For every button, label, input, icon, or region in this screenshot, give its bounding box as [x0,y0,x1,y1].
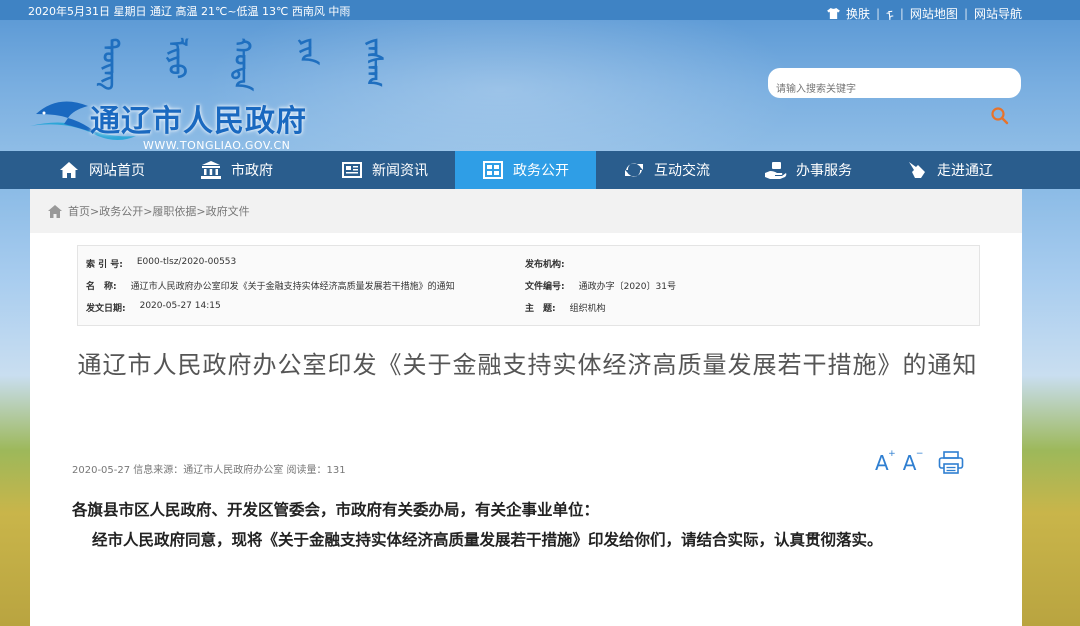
nav-item-interaction[interactable]: 互动交流 [623,151,710,189]
newspaper-icon [341,160,363,180]
nav-label: 办事服务 [796,163,852,179]
mongol-word: ᠶᠢᠨ [295,38,320,65]
meta-docno: 文件编号: 通政办字〔2020〕31号 [525,279,676,292]
meta-index: 索 引 号: E000-tlsz/2020-00553 [86,257,236,270]
nav-item-news[interactable]: 新闻资讯 [341,151,428,189]
site-header: ᠲᠦᠩ ᠯᠢᠶᠣ ᠬᠣᠲᠠ ᠶᠢᠨ ᠵᠠᠰᠠᠭ 通辽市人民政府 WWW.TONG… [0,20,1080,152]
article-tools: A + A − [875,449,964,475]
font-increase-label: A [875,451,889,475]
article-info: 2020-05-27 信息来源：通辽市人民政府办公室 阅读量：131 [72,465,346,476]
meta-subject: 主 题: 组织机构 [525,301,606,314]
page-title: 通辽市人民政府办公室印发《关于金融支持实体经济高质量发展若干措施》的通知 [77,351,978,379]
shirt-icon[interactable] [827,8,840,19]
home-icon [48,204,62,218]
salutation: 各旗县市区人民政府、开发区管委会，市政府有关委办局，有关企事业单位： [72,500,600,519]
date-weather: 2020年5月31日 星期日 通辽 高温 21℃~低温 13℃ 西南风 中雨 [28,5,351,18]
divider: | [963,6,968,21]
mongol-word: ᠯᠢᠶᠣ [163,38,188,79]
nav-label: 走进通辽 [937,163,993,179]
meta-date: 发文日期: 2020-05-27 14:15 [86,301,221,314]
font-decrease-button[interactable]: A − [902,449,924,475]
search-icon[interactable] [990,106,1010,126]
font-decrease-label: A [902,451,917,475]
content-panel: 首页>政务公开>履职依据>政府文件 索 引 号: E000-tlsz/2020-… [30,189,1022,626]
divider: | [899,6,904,21]
meta-value: 通辽市人民政府办公室印发《关于金融支持实体经济高质量发展若干措施》的通知 [130,282,455,292]
main-nav: 网站首页 市政府 新闻资讯 政务公开 互动交流 办事服务 走进通辽 [0,151,1080,189]
refresh-arrows-icon [623,160,645,180]
document-meta-box: 索 引 号: E000-tlsz/2020-00553 名 称: 通辽市人民政府… [77,245,980,326]
article-body: 各旗县市区人民政府、开发区管委会，市政府有关委办局，有关企事业单位： 经市人民政… [72,495,992,555]
divider: | [876,6,881,21]
nav-label: 政务公开 [513,163,569,179]
print-icon[interactable] [938,451,964,475]
meta-key: 发文日期: [86,304,126,314]
mongol-word: ᠬᠣᠲᠠ [229,38,254,91]
site-title: 通辽市人民政府 [90,104,307,139]
mongol-word: ᠲᠦᠩ [97,38,122,91]
mongol-word: ᠵᠠᠰᠠᠭ [361,38,386,88]
site-logo[interactable]: ᠲᠦᠩ ᠯᠢᠶᠣ ᠬᠣᠲᠠ ᠶᠢᠨ ᠵᠠᠰᠠᠭ 通辽市人民政府 WWW.TONG… [28,38,386,152]
nav-item-services[interactable]: 办事服务 [765,151,852,189]
hand-service-icon [765,160,787,180]
meta-org: 发布机构: [525,257,579,270]
pointer-hand-icon [906,160,928,180]
top-info-bar: 2020年5月31日 星期日 通辽 高温 21℃~低温 13℃ 西南风 中雨 换… [0,0,1080,25]
search-input[interactable] [768,68,1021,98]
meta-value: 通政办字〔2020〕31号 [578,282,676,292]
meta-value: E000-tlsz/2020-00553 [136,257,237,267]
mongolian-script-logo: ᠲᠦᠩ ᠯᠢᠶᠣ ᠬᠣᠲᠠ ᠶᠢᠨ ᠵᠠᠰᠠᠭ [90,38,392,91]
meta-key: 主 题: [525,304,556,314]
nav-item-tongliao[interactable]: 走进通辽 [906,151,993,189]
meta-key: 索 引 号: [86,260,123,270]
government-building-icon [200,160,222,180]
breadcrumb: 首页>政务公开>履职依据>政府文件 [30,189,1022,233]
grid-icon [482,160,504,180]
nav-label: 新闻资讯 [372,163,428,179]
breadcrumb-text[interactable]: 首页>政务公开>履职依据>政府文件 [68,203,250,219]
meta-value: 2020-05-27 14:15 [139,301,221,311]
meta-key: 发布机构: [525,260,565,270]
meta-key: 文件编号: [525,282,565,292]
meta-name: 名 称: 通辽市人民政府办公室印发《关于金融支持实体经济高质量发展若干措施》的通… [86,279,455,292]
nav-label: 互动交流 [654,163,710,179]
meta-value: 组织机构 [569,304,606,314]
font-increase-button[interactable]: A + [875,449,896,475]
meta-key: 名 称: [86,282,117,292]
nav-label: 网站首页 [89,163,145,179]
home-icon [58,160,80,180]
nav-label: 市政府 [231,163,273,179]
nav-item-government[interactable]: 市政府 [200,151,273,189]
body-paragraph: 经市人民政府同意，现将《关于金融支持实体经济高质量发展若干措施》印发给你们，请结… [92,530,883,549]
nav-item-home[interactable]: 网站首页 [58,151,145,189]
nav-item-gov-affairs[interactable]: 政务公开 [455,151,596,189]
